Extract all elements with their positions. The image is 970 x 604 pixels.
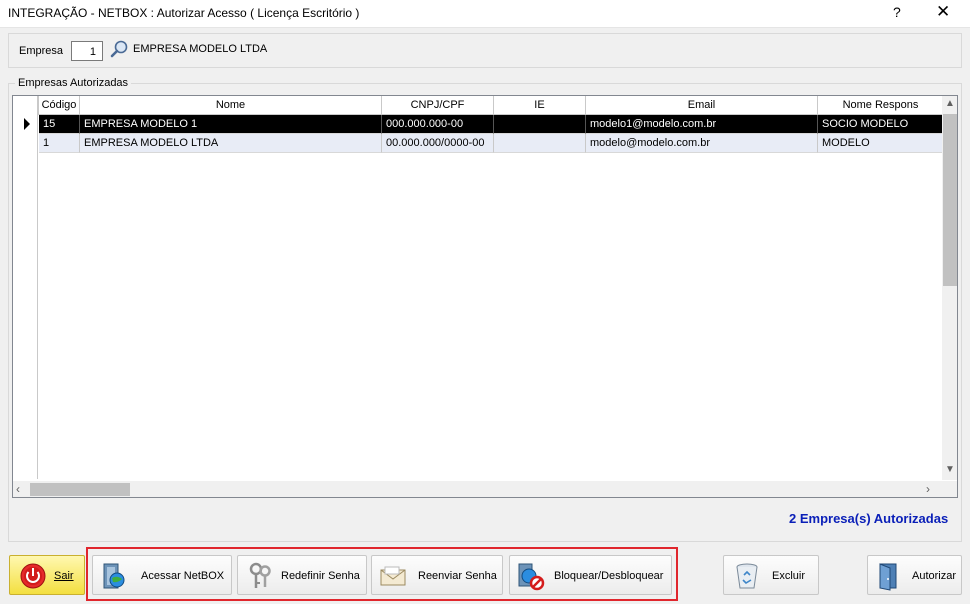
cell-nome: EMPRESA MODELO 1	[80, 115, 382, 134]
cell-responsavel: MODELO	[818, 134, 943, 153]
netbox-globe-icon	[103, 563, 125, 589]
cell-responsavel: SOCIO MODELO	[818, 115, 943, 134]
scroll-right-icon[interactable]: ›	[926, 482, 930, 496]
acessar-netbox-label: Acessar NetBOX	[141, 570, 225, 582]
sair-label: Sair	[54, 570, 74, 582]
scroll-corner	[942, 481, 957, 497]
grid-header: Código Nome CNPJ/CPF IE Email Nome Respo…	[13, 96, 943, 115]
empresa-label: Empresa	[19, 45, 64, 57]
reenviar-senha-button[interactable]: Reenviar Senha	[371, 555, 503, 595]
door-icon	[879, 563, 897, 591]
power-icon	[20, 563, 46, 589]
trash-bin-icon	[736, 563, 758, 589]
horizontal-scrollbar[interactable]: ‹ ›	[13, 481, 942, 497]
cell-codigo: 15	[39, 115, 80, 134]
cell-cnpj: 00.000.000/0000-00	[382, 134, 494, 153]
cell-email: modelo1@modelo.com.br	[586, 115, 818, 134]
cell-email: modelo@modelo.com.br	[586, 134, 818, 153]
help-button[interactable]: ?	[893, 4, 901, 20]
cell-ie	[494, 134, 586, 153]
autorizar-label: Autorizar	[912, 570, 957, 582]
excluir-label: Excluir	[772, 570, 806, 582]
vertical-scroll-thumb[interactable]	[943, 114, 957, 286]
status-count: 2 Empresa(s) Autorizadas	[789, 511, 949, 526]
table-row[interactable]: 15 EMPRESA MODELO 1 000.000.000-00 model…	[39, 115, 943, 134]
redefinir-senha-button[interactable]: Redefinir Senha	[237, 555, 367, 595]
bloquear-desbloquear-button[interactable]: Bloquear/Desbloquear	[509, 555, 672, 595]
cell-codigo: 1	[39, 134, 80, 153]
redefinir-senha-label: Redefinir Senha	[281, 570, 360, 582]
scroll-up-icon[interactable]: ▲	[945, 98, 955, 109]
header-email[interactable]: Email	[586, 96, 818, 115]
empresa-code-input[interactable]	[71, 41, 103, 61]
envelope-icon	[380, 566, 406, 586]
empresa-name: EMPRESA MODELO LTDA	[133, 43, 268, 55]
bloquear-desbloquear-label: Bloquear/Desbloquear	[554, 570, 664, 582]
row-indicator-column	[13, 96, 38, 479]
header-nome[interactable]: Nome	[80, 96, 382, 115]
horizontal-scroll-thumb[interactable]	[30, 483, 130, 496]
header-codigo[interactable]: Código	[39, 96, 80, 115]
header-responsavel[interactable]: Nome Respons	[818, 96, 943, 115]
close-button[interactable]: ✕	[936, 2, 950, 22]
block-globe-icon	[518, 563, 545, 591]
excluir-button[interactable]: Excluir	[723, 555, 819, 595]
empresa-panel: Empresa EMPRESA MODELO LTDA	[8, 33, 962, 68]
search-icon[interactable]	[110, 39, 130, 59]
cell-ie	[494, 115, 586, 134]
window-title: INTEGRAÇÃO - NETBOX : Autorizar Acesso (…	[8, 6, 360, 20]
header-ie[interactable]: IE	[494, 96, 586, 115]
table-row[interactable]: 1 EMPRESA MODELO LTDA 00.000.000/0000-00…	[39, 134, 943, 153]
scroll-down-icon[interactable]: ▼	[945, 464, 955, 475]
vertical-scrollbar[interactable]: ▲ ▼	[942, 96, 957, 480]
header-cnpj[interactable]: CNPJ/CPF	[382, 96, 494, 115]
cell-nome: EMPRESA MODELO LTDA	[80, 134, 382, 153]
current-row-pointer-icon	[24, 118, 30, 130]
scroll-left-icon[interactable]: ‹	[16, 482, 20, 496]
reenviar-senha-label: Reenviar Senha	[418, 570, 497, 582]
acessar-netbox-button[interactable]: Acessar NetBOX	[92, 555, 232, 595]
keys-icon	[249, 562, 271, 588]
cell-cnpj: 000.000.000-00	[382, 115, 494, 134]
empresas-grid[interactable]: Código Nome CNPJ/CPF IE Email Nome Respo…	[12, 95, 958, 498]
group-title: Empresas Autorizadas	[15, 77, 132, 89]
autorizar-button[interactable]: Autorizar	[867, 555, 962, 595]
title-bar: INTEGRAÇÃO - NETBOX : Autorizar Acesso (…	[0, 0, 970, 28]
sair-button[interactable]: Sair	[9, 555, 85, 595]
